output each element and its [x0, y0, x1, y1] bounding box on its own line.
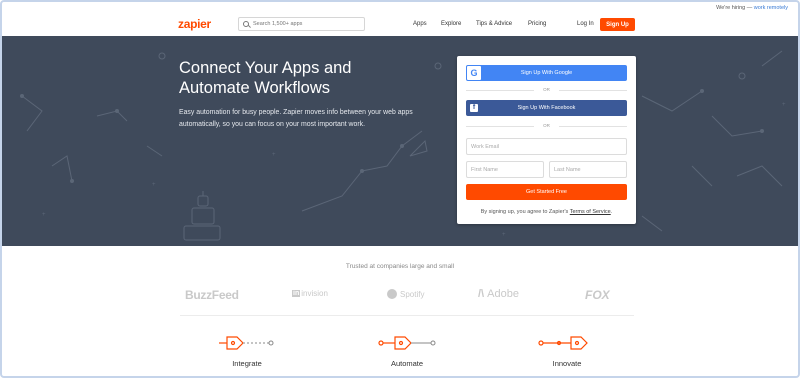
svg-text:+: + — [42, 212, 46, 218]
site-header: zapier Apps Explore Tips & Advice Pricin… — [2, 14, 798, 36]
feature-integrate-label: Integrate — [232, 359, 262, 368]
innovate-icon — [538, 336, 588, 350]
terms-of-service-link[interactable]: Terms of Service — [570, 209, 611, 215]
search-icon — [243, 21, 249, 27]
login-link[interactable]: Log In — [577, 21, 594, 27]
feature-innovate: Innovate — [507, 335, 627, 368]
nav-explore[interactable]: Explore — [441, 21, 461, 27]
header-signup-button[interactable]: Sign Up — [600, 18, 635, 31]
google-icon: G — [467, 66, 481, 80]
terms-prefix: By signing up, you agree to Zapier's — [480, 209, 569, 215]
customer-logos: BuzzFeed in invision Spotify /\ Adobe FOX — [2, 288, 798, 302]
hero-description: Easy automation for busy people. Zapier … — [179, 109, 413, 128]
or-divider: OR — [466, 87, 627, 92]
signup-card: G Sign Up With Google OR f Sign Up With … — [457, 56, 636, 224]
svg-text:+: + — [272, 152, 276, 158]
invision-logo: in invision — [292, 289, 328, 298]
facebook-signup-label: Sign Up With Facebook — [517, 105, 576, 111]
buzzfeed-logo-text: BuzzFeed — [185, 288, 239, 302]
browser-frame: We're hiring — work remotely zapier Apps… — [0, 0, 800, 378]
trusted-heading: Trusted at companies large and small — [345, 263, 455, 270]
spotify-icon — [387, 289, 397, 299]
hiring-banner: We're hiring — work remotely — [716, 5, 788, 11]
svg-text:+: + — [782, 102, 786, 108]
integrate-icon — [219, 336, 274, 350]
feature-automate-label: Automate — [390, 359, 424, 368]
work-email-field[interactable]: Work Email — [466, 138, 627, 155]
search-input[interactable] — [253, 21, 363, 27]
svg-text:+: + — [502, 232, 506, 238]
app-search[interactable] — [238, 17, 365, 31]
hiring-text: We're hiring — — [716, 5, 753, 11]
first-name-field[interactable]: First Name — [466, 161, 544, 178]
adobe-icon: /\ — [478, 288, 485, 300]
hero-section: + + + + + Connect Your Apps and Automate… — [2, 36, 798, 246]
work-remotely-link[interactable]: work remotely — [754, 5, 788, 11]
google-signup-button[interactable]: G Sign Up With Google — [466, 65, 627, 81]
zapier-logo[interactable]: zapier — [178, 17, 211, 31]
facebook-icon: f — [470, 104, 478, 112]
section-divider — [180, 315, 634, 316]
nav-pricing[interactable]: Pricing — [528, 21, 546, 27]
google-signup-label: Sign Up With Google — [520, 70, 573, 76]
last-name-field[interactable]: Last Name — [549, 161, 627, 178]
terms-suffix: . — [610, 209, 613, 215]
hero-background-pattern: + + + + + — [20, 50, 786, 241]
spotify-logo: Spotify — [387, 289, 424, 299]
svg-text:+: + — [152, 182, 156, 188]
nav-tips-advice[interactable]: Tips & Advice — [476, 21, 512, 27]
nav-apps[interactable]: Apps — [413, 21, 427, 27]
get-started-button[interactable]: Get Started Free — [466, 184, 627, 200]
terms-notice: By signing up, you agree to Zapier's Ter… — [457, 209, 636, 215]
adobe-logo-text: Adobe — [487, 288, 519, 300]
feature-automate: Automate — [347, 335, 467, 368]
feature-innovate-label: Innovate — [552, 359, 582, 368]
spotify-logo-text: Spotify — [400, 289, 425, 299]
hero-title: Connect Your Apps and Automate Workflows — [179, 59, 352, 97]
or-divider: OR — [466, 123, 627, 128]
facebook-signup-button[interactable]: f Sign Up With Facebook — [466, 100, 627, 116]
automate-icon — [378, 336, 436, 350]
feature-integrate: Integrate — [187, 335, 307, 368]
adobe-logo: /\ Adobe — [478, 288, 519, 300]
invision-logo-text: invision — [301, 289, 328, 298]
fox-logo-text: FOX — [585, 288, 610, 302]
fox-logo: FOX — [585, 288, 610, 302]
buzzfeed-logo: BuzzFeed — [185, 288, 239, 302]
